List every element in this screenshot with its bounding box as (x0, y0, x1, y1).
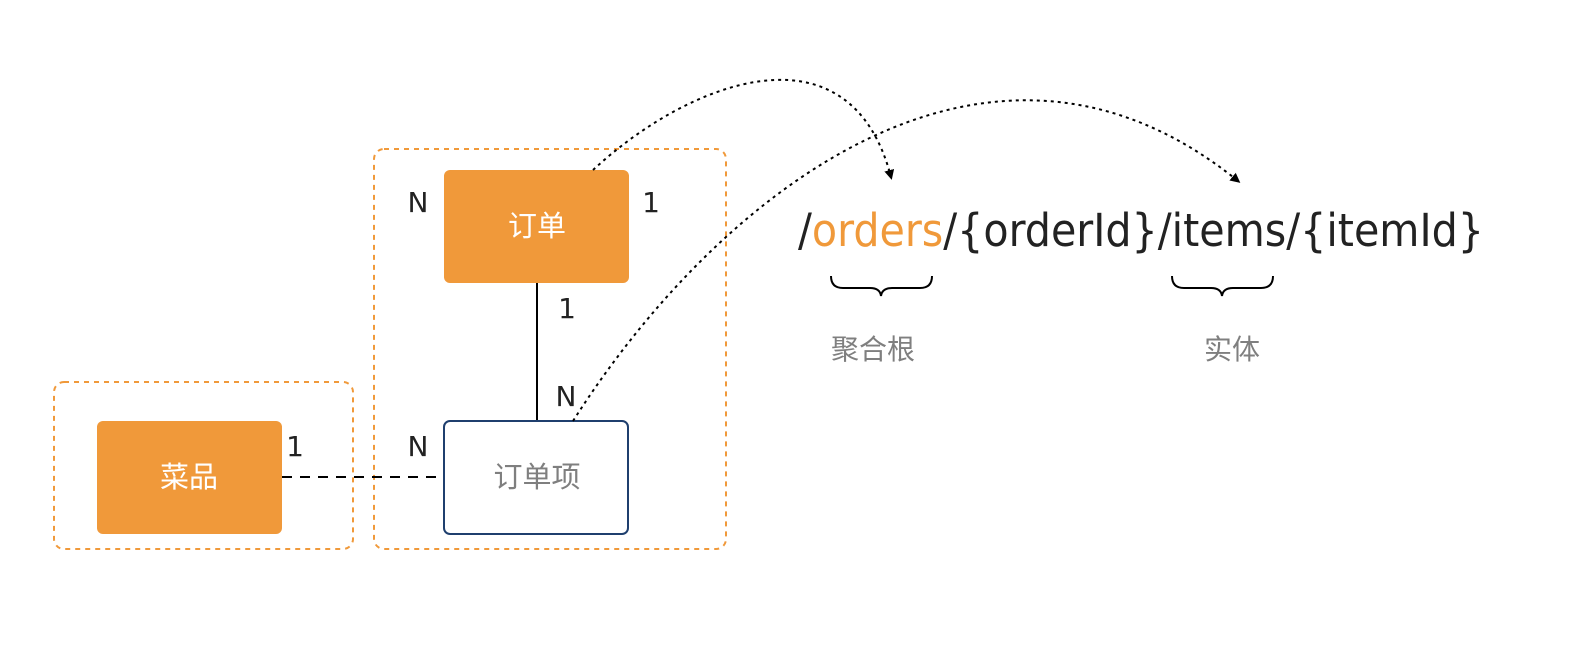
cardinality-order-left: N (408, 186, 429, 219)
order-item-node: 订单项 (443, 420, 629, 535)
entity-brace (1171, 275, 1274, 297)
uri-path: /orders/{orderId}/items/{itemId} (798, 204, 1484, 257)
uri-rest-segment: /{orderId}/items/{itemId} (943, 204, 1484, 257)
order-item-node-label: 订单项 (493, 460, 580, 494)
entity-caption: 实体 (1204, 333, 1260, 366)
cardinality-order-item-top: N (556, 380, 577, 413)
cardinality-order-item-left: N (408, 430, 429, 463)
cardinality-order-bottom: 1 (558, 292, 576, 325)
dish-node: 菜品 (97, 421, 282, 534)
cardinality-order-right: 1 (642, 186, 660, 219)
uri-leading-slash: / (798, 204, 813, 257)
order-to-orders-arrow (592, 78, 895, 180)
uri-orders-segment: orders (812, 204, 943, 257)
order-node-label: 订单 (508, 209, 566, 243)
aggregate-diagram: 订单 订单项 菜品 N 1 1 N N 1 /orders/{orderId}/… (53, 78, 1484, 550)
cardinality-dish-right: 1 (286, 430, 304, 463)
order-node: 订单 (444, 170, 629, 283)
order-item-to-items-arrow (572, 99, 1241, 422)
aggregate-root-brace (830, 275, 933, 297)
aggregate-root-caption: 聚合根 (831, 333, 915, 366)
dish-node-label: 菜品 (160, 460, 218, 494)
